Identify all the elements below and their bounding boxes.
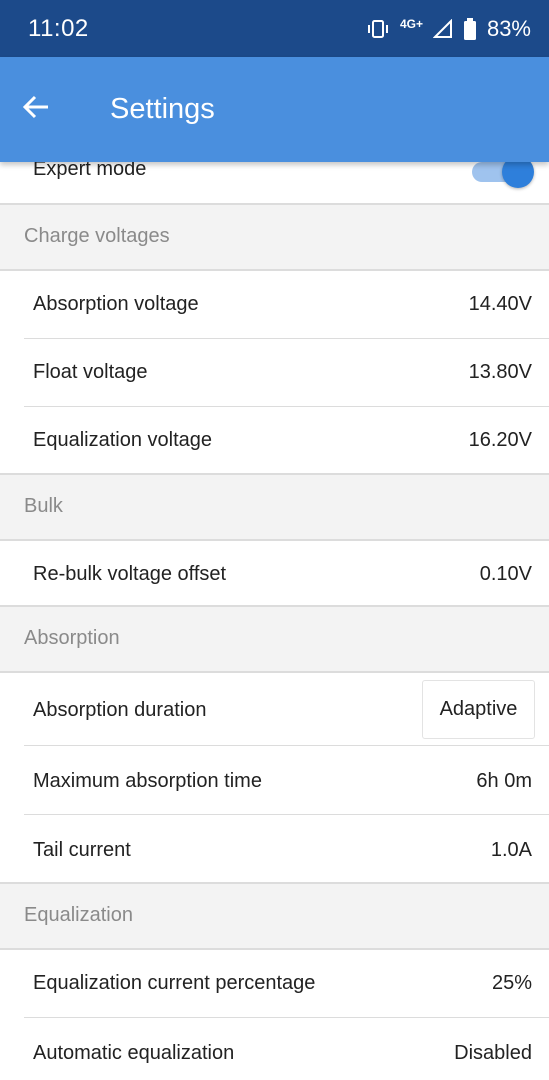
row-label: Float voltage <box>33 361 148 383</box>
section-header-equalization: Equalization <box>0 884 549 950</box>
row-label: Maximum absorption time <box>33 770 262 792</box>
equalization-voltage-row[interactable]: Equalization voltage 16.20V <box>0 407 549 475</box>
equalization-current-row[interactable]: Equalization current percentage 25% <box>0 950 549 1018</box>
float-voltage-row[interactable]: Float voltage 13.80V <box>0 339 549 407</box>
row-value: 6h 0m <box>476 770 532 792</box>
absorption-voltage-row[interactable]: Absorption voltage 14.40V <box>0 271 549 339</box>
row-value: 14.40V <box>468 293 532 315</box>
automatic-equalization-row[interactable]: Automatic equalization Disabled <box>0 1018 549 1080</box>
rebulk-offset-row[interactable]: Re-bulk voltage offset 0.10V <box>0 541 549 607</box>
toggle-thumb <box>502 162 534 188</box>
row-value: 16.20V <box>468 429 532 451</box>
row-value: 25% <box>491 972 532 994</box>
section-title: Bulk <box>24 495 63 517</box>
expert-mode-toggle[interactable] <box>472 162 534 188</box>
expert-mode-label: Expert mode <box>33 162 147 180</box>
absorption-duration-dropdown[interactable]: Adaptive <box>422 680 535 739</box>
row-value: 13.80V <box>468 361 532 383</box>
row-label: Absorption duration <box>33 699 207 721</box>
row-label: Equalization current percentage <box>33 972 316 994</box>
battery-percent: 83% <box>486 15 531 41</box>
settings-list[interactable]: Expert mode Charge voltages Absorption v… <box>0 162 549 1080</box>
row-value: 0.10V <box>479 563 532 585</box>
absorption-duration-row[interactable]: Absorption duration Adaptive <box>0 673 549 746</box>
status-time: 11:02 <box>28 14 89 42</box>
status-bar: 11:02 4G+ 83% <box>0 0 549 57</box>
row-value: 1.0A <box>490 839 532 861</box>
section-title: Absorption <box>24 627 120 649</box>
section-header-absorption: Absorption <box>0 607 549 673</box>
section-title: Equalization <box>24 904 133 926</box>
section-header-bulk: Bulk <box>0 475 549 541</box>
arrow-back-icon <box>22 95 50 124</box>
row-label: Tail current <box>33 839 131 861</box>
battery-icon <box>463 17 477 40</box>
network-type: 4G+ <box>399 16 423 31</box>
app-bar: Settings <box>0 57 549 162</box>
section-header-charge-voltages: Charge voltages <box>0 205 549 271</box>
page-title: Settings <box>110 93 215 125</box>
dropdown-value: Adaptive <box>439 698 518 720</box>
row-label: Equalization voltage <box>33 429 213 451</box>
tail-current-row[interactable]: Tail current 1.0A <box>0 815 549 884</box>
section-title: Charge voltages <box>24 225 170 247</box>
row-label: Re-bulk voltage offset <box>33 563 227 585</box>
row-value: Disabled <box>454 1042 532 1064</box>
back-button[interactable] <box>0 57 72 162</box>
vibrate-icon <box>366 19 390 39</box>
max-absorption-time-row[interactable]: Maximum absorption time 6h 0m <box>0 746 549 815</box>
expert-mode-row[interactable]: Expert mode <box>0 162 549 205</box>
signal-icon <box>432 18 453 39</box>
row-label: Absorption voltage <box>33 293 199 315</box>
status-icons: 4G+ 83% <box>366 16 531 42</box>
row-label: Automatic equalization <box>33 1042 235 1064</box>
